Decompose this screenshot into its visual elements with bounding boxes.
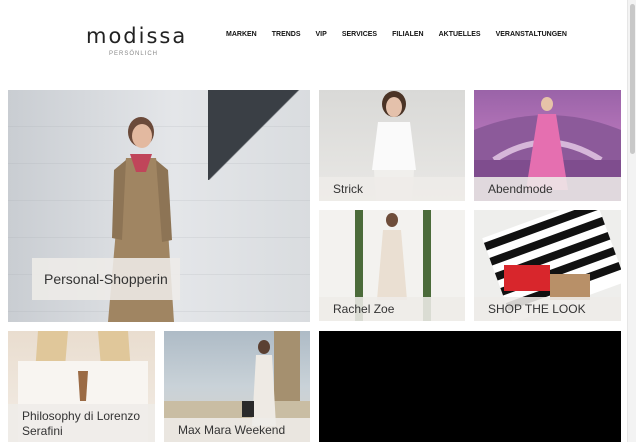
main-navigation: MARKEN TRENDS VIP SERVICES FILIALEN AKTU… — [226, 31, 582, 38]
nav-item-veranstaltungen[interactable]: VERANSTALTUNGEN — [496, 31, 567, 38]
nav-item-services[interactable]: SERVICES — [342, 31, 377, 38]
tile-personal-shopperin[interactable]: Personal-Shopperin — [8, 90, 310, 322]
site-logo[interactable]: modissa — [86, 24, 187, 48]
tile-abendmode[interactable]: Abendmode — [474, 90, 621, 201]
nav-item-aktuelles[interactable]: AKTUELLES — [439, 31, 481, 38]
tile-label: Philosophy di Lorenzo Serafini — [8, 404, 155, 442]
scrollbar-thumb[interactable] — [630, 4, 635, 154]
page-scrollbar[interactable] — [627, 0, 636, 442]
tile-rachel-zoe[interactable]: Rachel Zoe — [319, 210, 465, 321]
nav-item-marken[interactable]: MARKEN — [226, 31, 257, 38]
tile-label: SHOP THE LOOK — [474, 297, 621, 321]
tile-label: Rachel Zoe — [319, 297, 465, 321]
tile-label: Abendmode — [474, 177, 621, 201]
tile-max-mara[interactable]: Max Mara Weekend — [164, 331, 310, 442]
tile-black-media[interactable] — [319, 331, 621, 442]
tile-label: Personal-Shopperin — [32, 258, 180, 300]
tile-shop-the-look[interactable]: SHOP THE LOOK — [474, 210, 621, 321]
nav-item-filialen[interactable]: FILIALEN — [392, 31, 424, 38]
logo-tagline: PERSÖNLICH — [109, 51, 159, 57]
tile-label: Max Mara Weekend — [164, 418, 310, 442]
tile-strick[interactable]: Strick — [319, 90, 465, 201]
tile-philosophy[interactable]: Philosophy di Lorenzo Serafini — [8, 331, 155, 442]
nav-item-trends[interactable]: TRENDS — [272, 31, 301, 38]
tile-label: Strick — [319, 177, 465, 201]
site-header: modissa PERSÖNLICH MARKEN TRENDS VIP SER… — [0, 0, 636, 88]
nav-item-vip[interactable]: VIP — [316, 31, 327, 38]
staircase-image — [208, 90, 310, 180]
